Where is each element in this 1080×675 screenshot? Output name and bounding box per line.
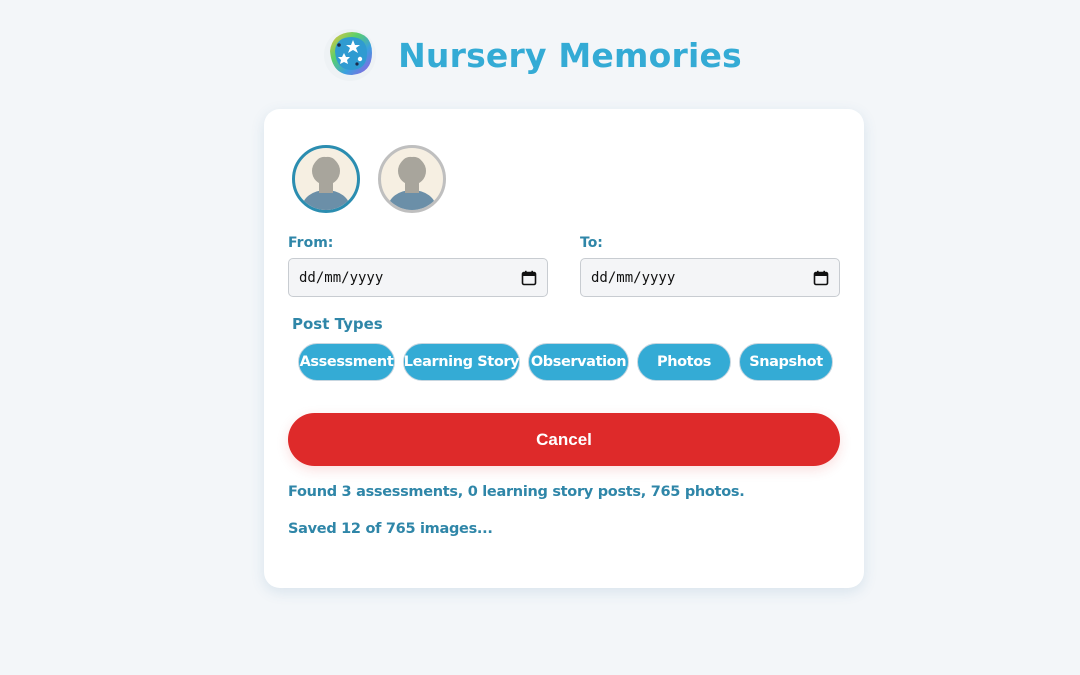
to-date-input[interactable]: dd/mm/yyyy — [580, 258, 840, 297]
child-silhouette-icon — [388, 156, 436, 210]
found-status: Found 3 assessments, 0 learning story po… — [288, 484, 745, 500]
child-selector — [292, 145, 446, 213]
child-avatar-1[interactable] — [292, 145, 360, 213]
from-label: From: — [288, 235, 334, 251]
export-card: From: dd/mm/yyyy To: dd/mm/yyyy Post Typ… — [264, 109, 864, 588]
post-type-assessment[interactable]: Assessment — [298, 343, 395, 381]
cancel-button[interactable]: Cancel — [288, 413, 840, 466]
post-types-label: Post Types — [292, 315, 383, 333]
calendar-icon[interactable] — [521, 270, 537, 286]
to-date-value: dd/mm/yyyy — [591, 269, 676, 286]
post-type-photos[interactable]: Photos — [637, 343, 731, 381]
child-avatar-2[interactable] — [378, 145, 446, 213]
app-header: Nursery Memories — [0, 20, 1080, 90]
calendar-icon[interactable] — [813, 270, 829, 286]
post-type-observation[interactable]: Observation — [528, 343, 629, 381]
post-type-filters: Assessment Learning Story Observation Ph… — [298, 343, 833, 381]
to-label: To: — [580, 235, 603, 251]
app-title: Nursery Memories — [398, 35, 742, 75]
progress-status: Saved 12 of 765 images... — [288, 521, 493, 537]
post-type-learning-story[interactable]: Learning Story — [403, 343, 520, 381]
child-silhouette-icon — [302, 156, 350, 210]
from-date-input[interactable]: dd/mm/yyyy — [288, 258, 548, 297]
stars-badge-icon — [324, 29, 377, 81]
from-date-value: dd/mm/yyyy — [299, 269, 384, 286]
post-type-snapshot[interactable]: Snapshot — [739, 343, 833, 381]
